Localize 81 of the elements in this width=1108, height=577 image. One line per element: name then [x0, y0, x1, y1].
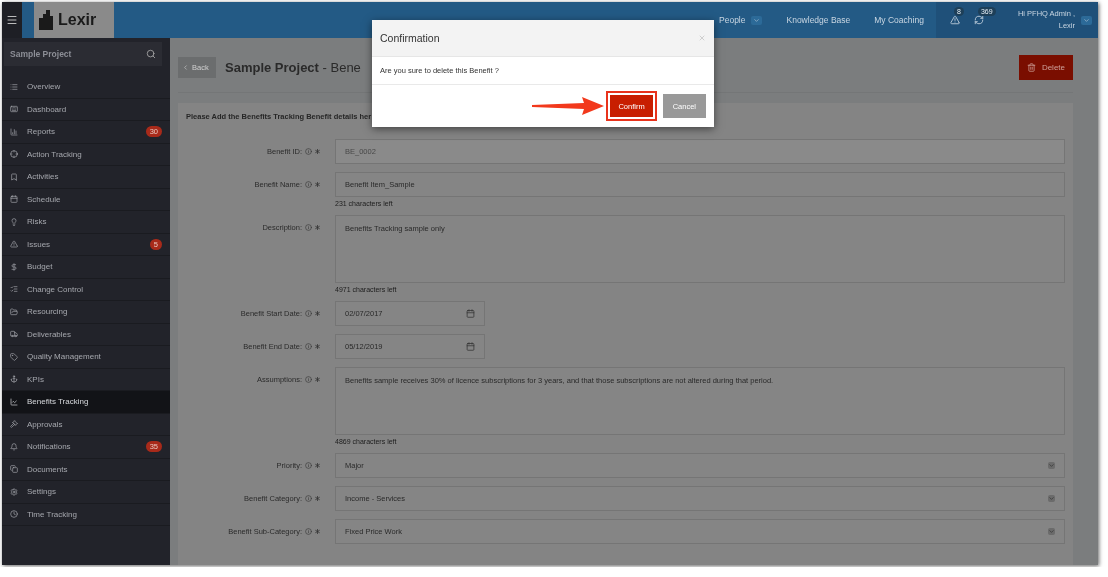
nav-label: My Coaching: [874, 15, 924, 25]
menu-item-icon: [10, 150, 18, 159]
nav-item[interactable]: My Coaching: [862, 2, 936, 38]
search-icon: [146, 49, 156, 59]
caret-icon[interactable]: [1081, 15, 1092, 25]
search-field[interactable]: Sample Project: [4, 42, 162, 66]
sidebar-item[interactable]: Action Tracking: [2, 143, 170, 166]
menu-item-icon: [10, 465, 18, 474]
sidebar-item[interactable]: Activities: [2, 166, 170, 189]
sidebar-item[interactable]: Resourcing: [2, 301, 170, 324]
sidebar-item[interactable]: Budget: [2, 256, 170, 279]
info-icon[interactable]: [305, 462, 312, 469]
info-icon[interactable]: [305, 181, 312, 188]
required-icon: [315, 225, 320, 230]
menu-icon[interactable]: [2, 2, 22, 38]
sidebar-item[interactable]: Documents: [2, 458, 170, 481]
logo[interactable]: Lexir: [34, 2, 114, 38]
menu-item-icon: [10, 195, 18, 204]
sidebar-item[interactable]: Settings: [2, 481, 170, 504]
info-icon[interactable]: [305, 376, 312, 383]
refresh-icon[interactable]: [973, 15, 984, 25]
nav-item[interactable]: Knowledge Base: [774, 2, 863, 38]
menu-item-icon: [10, 307, 18, 316]
nav-label: Knowledge Base: [786, 15, 851, 25]
required-icon: [315, 149, 320, 154]
caret-icon: [1048, 528, 1055, 535]
menu-item-icon: [10, 127, 18, 136]
menu-item-icon: [10, 240, 18, 249]
sidebar-item[interactable]: Benefits Tracking: [2, 391, 170, 414]
required-icon: [315, 377, 320, 382]
required-icon: [315, 311, 320, 316]
menu-item-icon: [10, 172, 18, 181]
menu-item-icon: [10, 330, 18, 339]
info-icon[interactable]: [305, 343, 312, 350]
required-icon: [315, 344, 320, 349]
info-icon[interactable]: [305, 310, 312, 317]
caret-icon: [1048, 495, 1055, 502]
info-icon[interactable]: [305, 148, 312, 155]
menu-item-icon: [10, 352, 18, 361]
building-icon: [38, 10, 56, 30]
sidebar-item[interactable]: Change Control: [2, 278, 170, 301]
calendar-icon: [466, 309, 475, 318]
menu-item-icon: [10, 82, 18, 91]
info-icon[interactable]: [305, 528, 312, 535]
info-icon[interactable]: [305, 224, 312, 231]
required-icon: [315, 496, 320, 501]
warning-icon[interactable]: [949, 15, 960, 25]
pointer-arrow: [532, 96, 604, 116]
required-icon: [315, 463, 320, 468]
close-icon[interactable]: [698, 34, 706, 42]
page-title: Sample Project - Bene: [225, 59, 361, 75]
nav-item[interactable]: People: [707, 2, 775, 38]
chevron-icon: [182, 63, 189, 71]
caret-icon: [1048, 462, 1055, 469]
menu-item-icon: [10, 420, 18, 429]
required-icon: [315, 529, 320, 534]
menu-item-icon: [10, 217, 18, 226]
menu-item-icon: [10, 510, 18, 519]
sidebar-item[interactable]: Risks: [2, 211, 170, 234]
menu-item-icon: [10, 375, 18, 384]
nav-label: People: [719, 15, 746, 25]
dialog-title: Confirmation: [380, 32, 440, 44]
menu-item-icon: [10, 285, 18, 294]
sidebar-item[interactable]: Dashboard: [2, 98, 170, 121]
info-icon[interactable]: [305, 495, 312, 502]
required-icon: [315, 182, 320, 187]
caret-icon[interactable]: [751, 15, 763, 25]
menu-item-icon: [10, 442, 18, 451]
sidebar-item[interactable]: Time Tracking: [2, 503, 170, 526]
menu-item-icon: [10, 487, 18, 496]
menu-item-icon: [10, 262, 18, 271]
delete-button[interactable]: Delete: [1018, 54, 1073, 80]
sidebar-item[interactable]: Deliverables: [2, 323, 170, 346]
menu-item-icon: [10, 397, 18, 406]
sidebar-item[interactable]: Quality Management: [2, 346, 170, 369]
sidebar-item[interactable]: Approvals: [2, 413, 170, 436]
sidebar-item[interactable]: Schedule: [2, 188, 170, 211]
trash-icon: [1026, 62, 1036, 72]
calendar-icon: [466, 342, 475, 351]
sidebar-item[interactable]: Overview: [2, 76, 170, 99]
menu-item-icon: [10, 105, 18, 114]
